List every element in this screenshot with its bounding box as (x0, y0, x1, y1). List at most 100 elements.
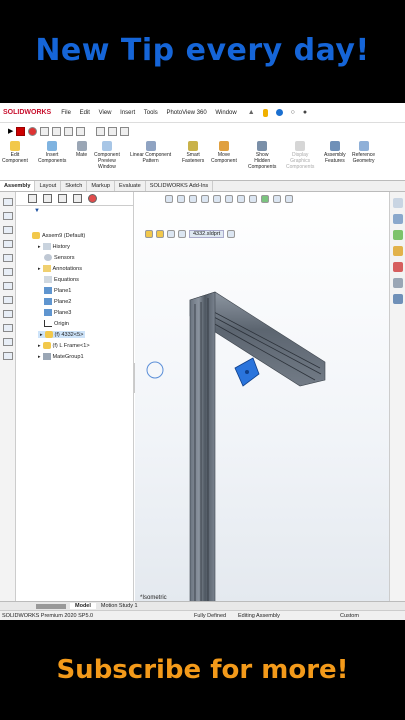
tab-evaluate[interactable]: Evaluate (115, 181, 146, 191)
view-palette-icon[interactable] (392, 262, 403, 272)
tree-item-origin[interactable]: Origin (44, 320, 69, 327)
part-icon (44, 331, 53, 338)
equations-icon (44, 276, 52, 283)
tab-layout[interactable]: Layout (35, 181, 62, 191)
tree-item-history[interactable]: ▸ History (38, 243, 70, 250)
show-hidden-components-button[interactable]: Show Hidden Components (248, 141, 276, 170)
tree-item-component-lframe[interactable]: ▸ (f) L Frame<1> (38, 342, 90, 349)
resources-icon[interactable] (392, 214, 403, 224)
camera-icon[interactable] (96, 126, 106, 136)
tool-icon-k[interactable] (2, 338, 13, 346)
tree-item-component-4332[interactable]: ▸ (f) 4332<5> (38, 331, 86, 338)
smart-fasteners-button[interactable]: Smart Fasteners (182, 141, 204, 164)
menu-photoview[interactable]: PhotoView 360 (166, 110, 206, 116)
file-explorer-icon[interactable] (392, 246, 403, 256)
tool-icon-4[interactable] (108, 126, 118, 136)
tab-assembly[interactable]: Assembly (0, 181, 36, 191)
tab-model[interactable]: Model (70, 603, 96, 609)
record-icon[interactable] (28, 126, 38, 136)
graphics-area[interactable]: 4332.sldprt (135, 192, 389, 602)
tool-icon-j[interactable] (2, 324, 13, 332)
model-view[interactable] (135, 192, 389, 602)
tree-item-label: Plane3 (54, 309, 72, 316)
expand-icon[interactable]: ▸ (38, 354, 41, 360)
tab-markup[interactable]: Markup (87, 181, 115, 191)
expand-icon[interactable]: ▸ (40, 332, 43, 338)
tab-motion-study[interactable]: Motion Study 1 (96, 603, 143, 609)
tool-icon-g[interactable] (2, 282, 13, 290)
property-manager-tab-icon[interactable] (43, 194, 52, 203)
tab-sketch[interactable]: Sketch (61, 181, 88, 191)
annotations-icon (42, 265, 51, 272)
tool-icon-l[interactable] (2, 352, 13, 360)
display-graphics-button[interactable]: Display Graphics Components (286, 141, 314, 170)
tool-icon-a[interactable] (2, 198, 13, 206)
help-icon[interactable] (275, 109, 283, 116)
appearance-tab-icon[interactable] (88, 194, 97, 203)
tool-icon-b[interactable] (2, 212, 13, 220)
edit-component-button[interactable]: Edit Component (2, 141, 28, 164)
expand-icon[interactable]: ▸ (38, 244, 41, 250)
tool-icon-e[interactable] (2, 254, 13, 262)
tool-icon-2[interactable] (64, 126, 74, 136)
search-icon[interactable]: ○ (291, 109, 295, 116)
pin-icon[interactable]: ▲ (248, 109, 255, 116)
config-manager-tab-icon[interactable] (58, 194, 67, 203)
expand-icon[interactable]: ▸ (38, 343, 41, 349)
vertical-extrusion-post[interactable] (189, 291, 216, 602)
appearances-icon[interactable] (392, 278, 403, 288)
tool-icon-d[interactable] (2, 240, 13, 248)
linear-pattern-label: Linear Component Pattern (130, 152, 172, 164)
tool-icon-5[interactable] (120, 126, 130, 136)
expand-icon[interactable]: ▸ (38, 266, 41, 272)
top-banner: New Tip every day! (0, 0, 405, 100)
edit-component-label: Edit Component (2, 152, 28, 164)
tree-item-label: MateGroup1 (52, 353, 84, 360)
component-preview-button[interactable]: Component Preview Window (94, 141, 120, 170)
assembly-features-button[interactable]: Assembly Features (324, 141, 346, 164)
units-selector[interactable]: Custom (340, 613, 359, 619)
mate-button[interactable]: Mate (76, 141, 87, 158)
arrow-icon[interactable]: ▶ (8, 127, 13, 135)
tree-item-equations[interactable]: Equations (44, 276, 79, 283)
tool-icon-3[interactable] (76, 126, 86, 136)
reference-geometry-button[interactable]: Reference Geometry (352, 141, 375, 164)
insert-components-button[interactable]: Insert Components (38, 141, 66, 164)
smart-fasteners-icon (188, 141, 199, 151)
tab-scroll-icon[interactable] (36, 603, 66, 609)
move-component-button[interactable]: Move Component (211, 141, 237, 164)
stop-icon[interactable] (16, 126, 26, 136)
mates-icon (42, 353, 51, 360)
menu-file[interactable]: File (61, 110, 71, 116)
menu-tools[interactable]: Tools (144, 110, 158, 116)
tree-item-plane1[interactable]: Plane1 (44, 287, 71, 294)
menu-edit[interactable]: Edit (80, 110, 90, 116)
home-icon[interactable] (392, 198, 403, 208)
menu-view[interactable]: View (99, 110, 112, 116)
tree-item-plane2[interactable]: Plane2 (44, 298, 71, 305)
tree-item-mategroup[interactable]: ▸ MateGroup1 (38, 353, 84, 360)
dimxpert-tab-icon[interactable] (73, 194, 82, 203)
user-icon[interactable]: ● (303, 109, 307, 116)
menu-insert[interactable]: Insert (120, 110, 135, 116)
menu-window[interactable]: Window (215, 110, 236, 116)
tool-icon-1[interactable] (52, 126, 62, 136)
tree-item-sensors[interactable]: Sensors (44, 254, 75, 261)
table-icon[interactable] (40, 126, 50, 136)
tab-addins[interactable]: SOLIDWORKS Add-Ins (146, 181, 214, 191)
tree-root[interactable]: Assem9 (Default) (32, 232, 85, 239)
show-hidden-label: Show Hidden Components (248, 152, 277, 170)
tree-item-plane3[interactable]: Plane3 (44, 309, 71, 316)
tree-item-annotations[interactable]: ▸ Annotations (38, 265, 82, 272)
tree-tab-bar (16, 192, 133, 206)
menu-bar: File Edit View Insert Tools PhotoView 36… (61, 110, 243, 116)
design-library-icon[interactable] (392, 230, 403, 240)
tool-icon-i[interactable] (2, 310, 13, 318)
tool-icon-c[interactable] (2, 226, 13, 234)
feature-manager-tab-icon[interactable] (28, 194, 37, 203)
filter-icon[interactable]: ▼ (16, 206, 133, 218)
tool-icon-h[interactable] (2, 296, 13, 304)
tool-icon-f[interactable] (2, 268, 13, 276)
linear-pattern-button[interactable]: Linear Component Pattern (130, 141, 171, 164)
custom-properties-icon[interactable] (392, 294, 403, 304)
